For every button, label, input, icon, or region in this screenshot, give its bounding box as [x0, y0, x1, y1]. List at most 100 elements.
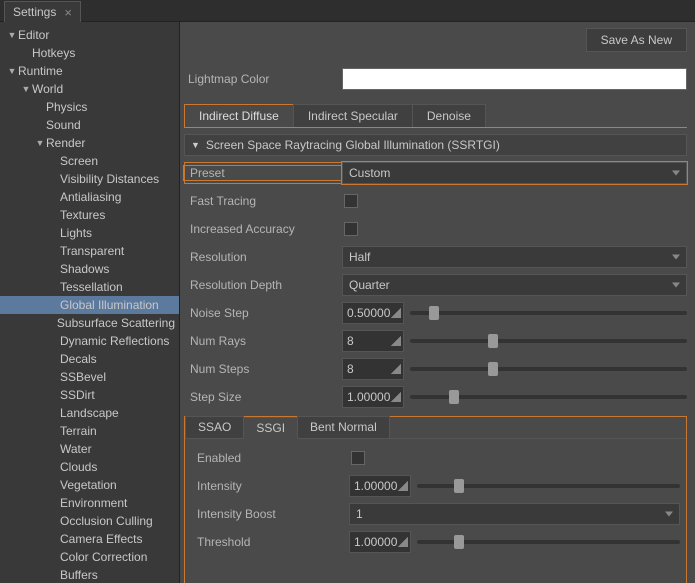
inner-tab-ssgi[interactable]: SSGI — [243, 417, 298, 439]
tree-item-dynamic-reflections[interactable]: Dynamic Reflections — [0, 332, 179, 350]
tree-item-label: Hotkeys — [32, 46, 75, 60]
resolution-dropdown[interactable]: Half — [342, 246, 687, 268]
tree-item-shadows[interactable]: Shadows — [0, 260, 179, 278]
drag-handle-icon[interactable] — [391, 392, 401, 402]
chevron-icon[interactable]: ▼ — [6, 66, 18, 76]
close-icon[interactable]: × — [64, 6, 72, 19]
slider-track — [410, 367, 687, 371]
tree-item-tessellation[interactable]: Tessellation — [0, 278, 179, 296]
tree-item-render[interactable]: ▼Render — [0, 134, 179, 152]
numSteps-slider[interactable] — [410, 358, 687, 380]
tree-item-subsurface-scattering[interactable]: Subsurface Scattering — [0, 314, 179, 332]
tree-item-label: Physics — [46, 100, 87, 114]
slider-thumb[interactable] — [454, 479, 464, 493]
tree-item-buffers[interactable]: Buffers — [0, 566, 179, 583]
settings-tree: ▼EditorHotkeys▼Runtime▼WorldPhysicsSound… — [0, 22, 180, 583]
tree-item-global-illumination[interactable]: Global Illumination — [0, 296, 179, 314]
fastTracing-checkbox[interactable] — [344, 194, 358, 208]
intensityBoost-dropdown[interactable]: 1 — [349, 503, 680, 525]
intensity-slider[interactable] — [417, 475, 680, 497]
tree-item-ssdirt[interactable]: SSDirt — [0, 386, 179, 404]
tree-item-screen[interactable]: Screen — [0, 152, 179, 170]
tree-item-textures[interactable]: Textures — [0, 206, 179, 224]
tree-item-hotkeys[interactable]: Hotkeys — [0, 44, 179, 62]
slider-thumb[interactable] — [488, 362, 498, 376]
tab-indirect-specular[interactable]: Indirect Specular — [293, 104, 413, 127]
tree-item-label: Landscape — [60, 406, 119, 420]
increasedAccuracy-checkbox[interactable] — [344, 222, 358, 236]
tree-item-editor[interactable]: ▼Editor — [0, 26, 179, 44]
tree-item-camera-effects[interactable]: Camera Effects — [0, 530, 179, 548]
threshold-slider[interactable] — [417, 531, 680, 553]
tab-denoise[interactable]: Denoise — [412, 104, 486, 127]
inner-tab-ssao[interactable]: SSAO — [185, 416, 244, 438]
drag-handle-icon[interactable] — [398, 537, 408, 547]
tree-item-decals[interactable]: Decals — [0, 350, 179, 368]
tab-indirect-diffuse[interactable]: Indirect Diffuse — [184, 104, 294, 127]
tree-item-physics[interactable]: Physics — [0, 98, 179, 116]
slider-thumb[interactable] — [488, 334, 498, 348]
stepSize-number-input[interactable]: 1.00000 — [342, 386, 404, 408]
enabled-checkbox[interactable] — [351, 451, 365, 465]
drag-handle-icon[interactable] — [398, 481, 408, 491]
tree-item-sound[interactable]: Sound — [0, 116, 179, 134]
tree-item-transparent[interactable]: Transparent — [0, 242, 179, 260]
prop-label: Fast Tracing — [184, 194, 342, 208]
prop-row-threshold: Threshold1.00000 — [191, 531, 680, 553]
drag-handle-icon[interactable] — [391, 336, 401, 346]
tree-item-label: World — [32, 82, 63, 96]
tree-item-vegetation[interactable]: Vegetation — [0, 476, 179, 494]
tree-item-label: Render — [46, 136, 85, 150]
slider-track — [410, 339, 687, 343]
resolutionDepth-dropdown[interactable]: Quarter — [342, 274, 687, 296]
slider-thumb[interactable] — [429, 306, 439, 320]
tree-item-clouds[interactable]: Clouds — [0, 458, 179, 476]
tree-item-occlusion-culling[interactable]: Occlusion Culling — [0, 512, 179, 530]
prop-row-preset: PresetCustom — [184, 162, 687, 184]
chevron-icon[interactable]: ▼ — [6, 30, 18, 40]
noiseStep-slider[interactable] — [410, 302, 687, 324]
tree-item-environment[interactable]: Environment — [0, 494, 179, 512]
tree-item-runtime[interactable]: ▼Runtime — [0, 62, 179, 80]
slider-thumb[interactable] — [449, 390, 459, 404]
lightmap-color-swatch[interactable] — [342, 68, 687, 90]
chevron-icon[interactable]: ▼ — [20, 84, 32, 94]
value-text: 1.00000 — [354, 535, 397, 549]
section-header-ssrtgi[interactable]: ▼ Screen Space Raytracing Global Illumin… — [184, 134, 687, 156]
threshold-number-input[interactable]: 1.00000 — [349, 531, 411, 553]
tree-item-water[interactable]: Water — [0, 440, 179, 458]
tree-item-label: Color Correction — [60, 550, 147, 564]
drag-handle-icon[interactable] — [391, 364, 401, 374]
noiseStep-number-input[interactable]: 0.50000 — [342, 302, 404, 324]
prop-label: Step Size — [184, 390, 342, 404]
preset-dropdown[interactable]: Custom — [342, 162, 687, 184]
tree-item-antialiasing[interactable]: Antialiasing — [0, 188, 179, 206]
tree-item-lights[interactable]: Lights — [0, 224, 179, 242]
slider-track — [410, 395, 687, 399]
tree-item-ssbevel[interactable]: SSBevel — [0, 368, 179, 386]
chevron-icon[interactable]: ▼ — [34, 138, 46, 148]
tree-item-visibility-distances[interactable]: Visibility Distances — [0, 170, 179, 188]
lightmap-color-row: Lightmap Color — [184, 68, 687, 90]
intensity-number-input[interactable]: 1.00000 — [349, 475, 411, 497]
window-tab-settings[interactable]: Settings × — [4, 1, 81, 22]
tree-item-color-correction[interactable]: Color Correction — [0, 548, 179, 566]
tree-item-landscape[interactable]: Landscape — [0, 404, 179, 422]
tree-item-label: Antialiasing — [60, 190, 121, 204]
prop-row-intensityBoost: Intensity Boost1 — [191, 503, 680, 525]
slider-thumb[interactable] — [454, 535, 464, 549]
prop-label: Preset — [184, 166, 342, 180]
numRays-slider[interactable] — [410, 330, 687, 352]
tree-item-label: Vegetation — [60, 478, 117, 492]
prop-row-resolution: ResolutionHalf — [184, 246, 687, 268]
inner-tab-bent-normal[interactable]: Bent Normal — [297, 416, 390, 438]
numSteps-number-input[interactable]: 8 — [342, 358, 404, 380]
tree-item-terrain[interactable]: Terrain — [0, 422, 179, 440]
save-as-new-button[interactable]: Save As New — [586, 28, 687, 52]
tree-item-label: Editor — [18, 28, 49, 42]
stepSize-slider[interactable] — [410, 386, 687, 408]
tree-item-label: Subsurface Scattering — [57, 316, 175, 330]
drag-handle-icon[interactable] — [391, 308, 401, 318]
numRays-number-input[interactable]: 8 — [342, 330, 404, 352]
tree-item-world[interactable]: ▼World — [0, 80, 179, 98]
